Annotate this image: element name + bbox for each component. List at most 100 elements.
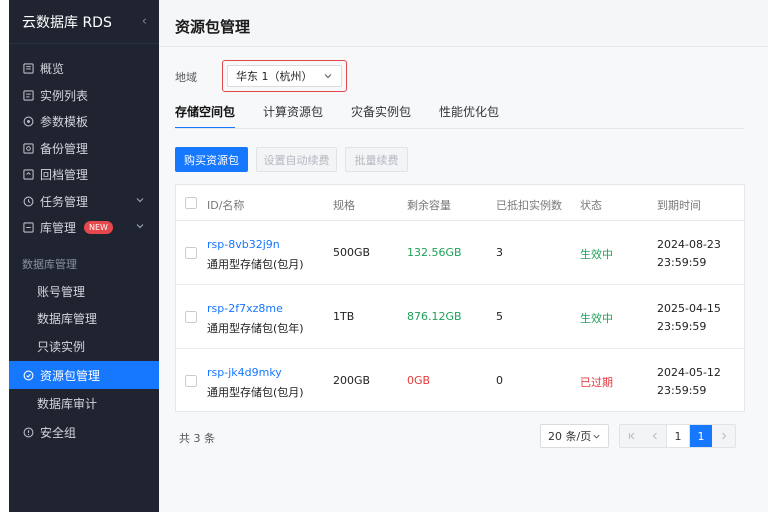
chevron-down-icon bbox=[136, 224, 144, 229]
pack-id-link[interactable]: rsp-8vb32j9n bbox=[207, 238, 280, 251]
sidebar-item-databases[interactable]: 数据库管理 bbox=[9, 305, 159, 331]
prev-page-icon[interactable] bbox=[643, 425, 666, 447]
sidebar-group-label: 数据库管理 bbox=[22, 258, 77, 271]
page-size-select[interactable]: 20 条/页 bbox=[540, 424, 609, 448]
status-badge: 生效中 bbox=[580, 312, 613, 325]
template-icon bbox=[22, 115, 34, 127]
database-icon bbox=[22, 221, 34, 233]
pack-id-link[interactable]: rsp-2f7xz8me bbox=[207, 302, 283, 315]
sidebar-item-overview[interactable]: 概览 bbox=[9, 55, 159, 81]
sidebar-item-rollback[interactable]: 回档管理 bbox=[9, 161, 159, 187]
sidebar-item-label: 概览 bbox=[40, 61, 65, 76]
sidebar-item-accounts[interactable]: 账号管理 bbox=[9, 278, 159, 304]
rollback-icon bbox=[22, 168, 34, 180]
table-row: rsp-jk4d9mky 通用型存储包(包月) 200GB 0GB 0 已过期 … bbox=[176, 349, 744, 413]
region-highlight: 华东 1（杭州） bbox=[222, 60, 347, 92]
col-id: ID/名称 bbox=[207, 199, 245, 212]
sidebar-item-audit[interactable]: 数据库审计 bbox=[9, 390, 159, 416]
chevron-down-icon bbox=[593, 434, 600, 439]
tab-storage-pack[interactable]: 存储空间包 bbox=[175, 105, 236, 129]
tab-perf-pack[interactable]: 性能优化包 bbox=[439, 105, 499, 129]
collapse-chevron-icon[interactable]: ‹ bbox=[142, 14, 147, 29]
col-spec: 规格 bbox=[333, 199, 355, 212]
sidebar-item-label: 库管理 bbox=[40, 220, 77, 235]
backup-icon bbox=[22, 142, 34, 154]
pack-count: 5 bbox=[496, 310, 503, 323]
tab-bar: 存储空间包 计算资源包 灾备实例包 性能优化包 bbox=[175, 105, 527, 129]
sidebar-item-label: 数据库管理 bbox=[37, 311, 98, 326]
security-icon bbox=[22, 426, 34, 438]
expire-time: 23:59:59 bbox=[657, 256, 707, 269]
sidebar-header: 云数据库 RDS ‹ bbox=[9, 0, 159, 44]
resource-pack-icon bbox=[22, 369, 34, 381]
sidebar-item-label: 参数模板 bbox=[40, 114, 89, 129]
chevron-down-icon bbox=[324, 74, 332, 79]
tab-compute-pack[interactable]: 计算资源包 bbox=[263, 105, 323, 129]
pack-name: 通用型存储包(包年) bbox=[207, 322, 304, 335]
sidebar-item-security-group[interactable]: 安全组 bbox=[9, 419, 159, 445]
pack-spec: 1TB bbox=[333, 310, 355, 323]
expire-date: 2025-04-15 bbox=[657, 302, 721, 315]
product-title: 云数据库 RDS bbox=[22, 14, 112, 31]
sidebar-item-tasks[interactable]: 任务管理 bbox=[9, 188, 159, 214]
sidebar-item-instances[interactable]: 实例列表 bbox=[9, 82, 159, 108]
tab-divider bbox=[175, 128, 744, 129]
sidebar-item-label: 实例列表 bbox=[40, 88, 89, 103]
pack-name: 通用型存储包(包月) bbox=[207, 258, 304, 271]
pagination: 1 1 bbox=[619, 424, 736, 448]
sidebar-item-label: 数据库审计 bbox=[37, 396, 98, 411]
sidebar-item-resource-packs[interactable]: 资源包管理 bbox=[9, 361, 159, 389]
pack-remain: 0GB bbox=[407, 374, 431, 387]
table-row: rsp-8vb32j9n 通用型存储包(包月) 500GB 132.56GB 3… bbox=[176, 221, 744, 285]
expire-time: 23:59:59 bbox=[657, 320, 707, 333]
page-title: 资源包管理 bbox=[175, 18, 251, 36]
region-select[interactable]: 华东 1（杭州） bbox=[227, 65, 342, 87]
region-value: 华东 1（杭州） bbox=[236, 70, 313, 83]
sidebar-item-param-template[interactable]: 参数模板 bbox=[9, 108, 159, 134]
list-icon bbox=[22, 89, 34, 101]
expire-time: 23:59:59 bbox=[657, 384, 707, 397]
pack-count: 3 bbox=[496, 246, 503, 259]
sidebar-item-backup[interactable]: 备份管理 bbox=[9, 135, 159, 161]
first-page-icon[interactable] bbox=[620, 425, 643, 447]
col-expire: 到期时间 bbox=[657, 199, 701, 212]
batch-renew-button[interactable]: 批量续费 bbox=[345, 147, 408, 172]
tab-dr-pack[interactable]: 灾备实例包 bbox=[351, 105, 411, 129]
pack-id-link[interactable]: rsp-jk4d9mky bbox=[207, 366, 282, 379]
table-row: rsp-2f7xz8me 通用型存储包(包年) 1TB 876.12GB 5 生… bbox=[176, 285, 744, 349]
left-gutter bbox=[0, 0, 9, 512]
row-checkbox[interactable] bbox=[185, 247, 197, 259]
expire-date: 2024-05-12 bbox=[657, 366, 721, 379]
current-page[interactable]: 1 bbox=[689, 425, 712, 447]
pack-spec: 200GB bbox=[333, 374, 371, 387]
auto-renew-button[interactable]: 设置自动续费 bbox=[256, 147, 337, 172]
sidebar-item-label: 回档管理 bbox=[40, 167, 89, 182]
sidebar-item-readonly[interactable]: 只读实例 bbox=[9, 333, 159, 359]
col-count: 已抵扣实例数 bbox=[496, 199, 562, 212]
status-badge: 生效中 bbox=[580, 248, 613, 261]
pack-spec: 500GB bbox=[333, 246, 371, 259]
overview-icon bbox=[22, 62, 34, 74]
pack-remain: 132.56GB bbox=[407, 246, 462, 259]
status-badge: 已过期 bbox=[580, 376, 613, 389]
pack-name: 通用型存储包(包月) bbox=[207, 386, 304, 399]
expire-date: 2024-08-23 bbox=[657, 238, 721, 251]
task-icon bbox=[22, 195, 34, 207]
sidebar-item-label: 任务管理 bbox=[40, 194, 89, 209]
pack-count: 0 bbox=[496, 374, 503, 387]
page-number[interactable]: 1 bbox=[666, 425, 689, 447]
col-remain: 剩余容量 bbox=[407, 199, 451, 212]
row-checkbox[interactable] bbox=[185, 311, 197, 323]
row-checkbox[interactable] bbox=[185, 375, 197, 387]
new-badge: NEW bbox=[84, 220, 113, 234]
buy-pack-button[interactable]: 购买资源包 bbox=[175, 147, 248, 172]
next-page-icon[interactable] bbox=[712, 425, 735, 447]
page-header: 资源包管理 bbox=[159, 0, 768, 47]
select-all-checkbox[interactable] bbox=[185, 197, 197, 209]
table-header: ID/名称 规格 剩余容量 已抵扣实例数 状态 到期时间 bbox=[176, 185, 744, 221]
sidebar-item-db-manage[interactable]: 库管理 NEW bbox=[9, 214, 159, 240]
pack-remain: 876.12GB bbox=[407, 310, 462, 323]
resource-pack-table: ID/名称 规格 剩余容量 已抵扣实例数 状态 到期时间 rsp-8vb32j9… bbox=[175, 184, 745, 412]
sidebar-item-label: 账号管理 bbox=[37, 284, 86, 299]
page-size-value: 20 条/页 bbox=[548, 430, 592, 443]
